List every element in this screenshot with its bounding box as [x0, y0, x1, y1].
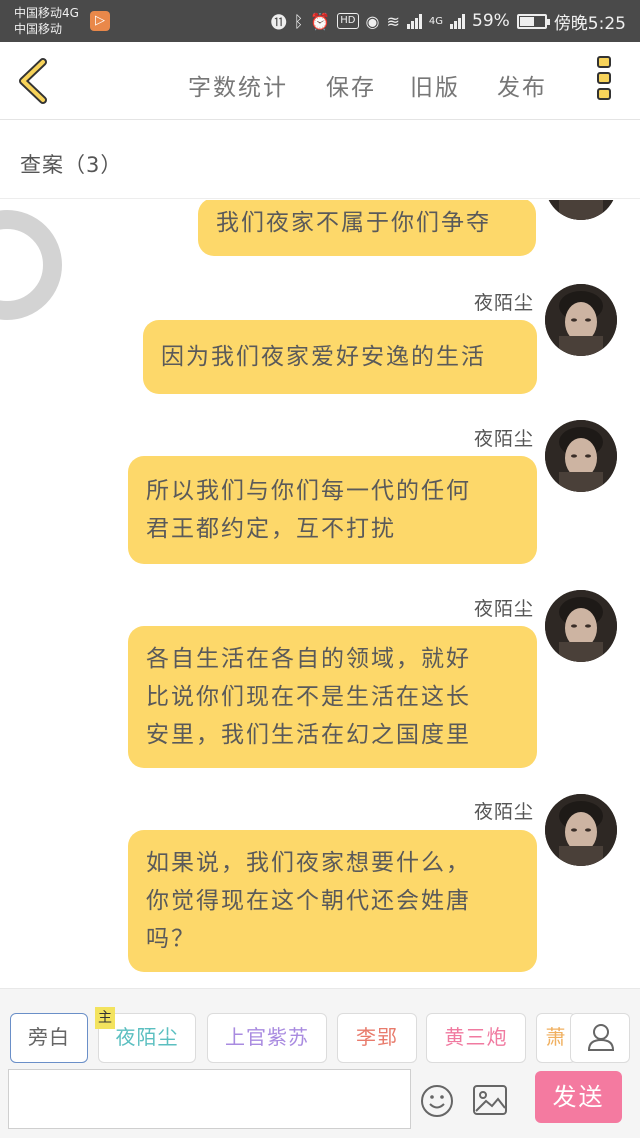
bluetooth-icon: ᛒ [293, 11, 304, 31]
emoji-icon[interactable] [420, 1084, 454, 1118]
user-icon [587, 1024, 615, 1051]
alarm-icon: ⏰ [310, 11, 331, 31]
speaker-name: 夜陌尘 [473, 801, 534, 823]
back-icon[interactable] [14, 58, 54, 104]
message-bubble[interactable]: 因为我们夜家爱好安逸的生活 [143, 320, 537, 394]
signal-off-icon: ⓫ [270, 13, 287, 32]
publish-button[interactable]: 发布 [497, 68, 547, 102]
battery-icon [516, 13, 550, 29]
signal-icon-2 [450, 13, 466, 29]
avatar[interactable] [545, 794, 617, 866]
add-role-button[interactable] [570, 1013, 630, 1063]
avatar[interactable] [545, 420, 617, 492]
clock: 傍晚5:25 [553, 13, 626, 34]
role-narrator-button[interactable]: 旁白 [10, 1013, 88, 1063]
message-line: 安里，我们生活在幻之国度里 [146, 722, 471, 748]
toolbar: 字数统计 保存 旧版 发布 [0, 42, 640, 120]
avatar[interactable] [545, 200, 617, 220]
eye-icon: ◉ [365, 11, 380, 31]
message-bubble[interactable]: 各自生活在各自的领域，就好 比说你们现在不是生活在这长 安里，我们生活在幻之国度… [128, 626, 537, 768]
save-button[interactable]: 保存 [326, 68, 376, 102]
message-bubble[interactable]: 我们夜家不属于你们争夺 [198, 200, 536, 256]
message-input[interactable] [8, 1069, 411, 1129]
role-bar: 旁白 夜陌尘 主 上官紫苏 李郢 黄三炮 萧 发送 [0, 988, 640, 1138]
message-line: 君王都约定，互不打扰 [146, 516, 396, 542]
avatar-portrait [545, 794, 617, 866]
avatar[interactable] [545, 590, 617, 662]
app-badge-icon: ▷ [90, 11, 110, 31]
avatar-portrait [545, 420, 617, 492]
message-line: 比说你们现在不是生活在这长 [146, 684, 471, 710]
hd-icon: HD [337, 13, 359, 29]
avatar-portrait [545, 284, 617, 356]
message-bubble[interactable]: 所以我们与你们每一代的任何 君王都约定，互不打扰 [128, 456, 537, 564]
message-line: 如果说，我们夜家想要什么， [146, 850, 471, 876]
message-line: 吗？ [146, 926, 196, 952]
carrier-label: 中国移动4G [14, 6, 79, 20]
speaker-name: 夜陌尘 [473, 428, 534, 450]
main-character-badge: 主 [95, 1007, 115, 1029]
loading-ring-icon [0, 210, 62, 320]
more-menu-icon[interactable] [595, 56, 613, 106]
status-bar: 中国移动4G 中国移动 ▷ ⓫ ᛒ ⏰ HD ◉ ≋ 4G 59% 傍晚5:25 [0, 0, 640, 42]
network-label: 4G [428, 15, 444, 27]
chapter-header: 查案（3） [0, 121, 640, 199]
chat-area: 我们夜家不属于你们争夺 夜陌尘 因为我们夜家爱好安逸的生活 夜陌尘 所以我们与你… [0, 200, 640, 988]
old-version-button[interactable]: 旧版 [410, 68, 460, 102]
speaker-name: 夜陌尘 [473, 292, 534, 314]
avatar[interactable] [545, 284, 617, 356]
avatar-portrait [545, 200, 617, 220]
message-line: 你觉得现在这个朝代还会姓唐 [146, 888, 471, 914]
send-button[interactable]: 发送 [535, 1071, 622, 1123]
role-button[interactable]: 上官紫苏 [207, 1013, 327, 1063]
role-button[interactable]: 黄三炮 [426, 1013, 526, 1063]
message-line: 各自生活在各自的领域，就好 [146, 646, 471, 672]
role-button[interactable]: 李郢 [337, 1013, 417, 1063]
message-text: 我们夜家不属于你们争夺 [216, 210, 491, 236]
word-count-button[interactable]: 字数统计 [188, 68, 288, 102]
message-line: 所以我们与你们每一代的任何 [146, 478, 471, 504]
speaker-name: 夜陌尘 [473, 598, 534, 620]
signal-icon [406, 13, 422, 29]
message-text: 因为我们夜家爱好安逸的生活 [161, 344, 486, 370]
carrier-label-2: 中国移动 [14, 22, 63, 36]
chapter-title[interactable]: 查案（3） [20, 149, 122, 179]
avatar-portrait [545, 590, 617, 662]
image-icon[interactable] [472, 1084, 508, 1116]
wifi-icon: ≋ [386, 11, 400, 31]
message-bubble[interactable]: 如果说，我们夜家想要什么， 你觉得现在这个朝代还会姓唐 吗？ [128, 830, 537, 972]
battery-percent: 59% [472, 11, 510, 31]
